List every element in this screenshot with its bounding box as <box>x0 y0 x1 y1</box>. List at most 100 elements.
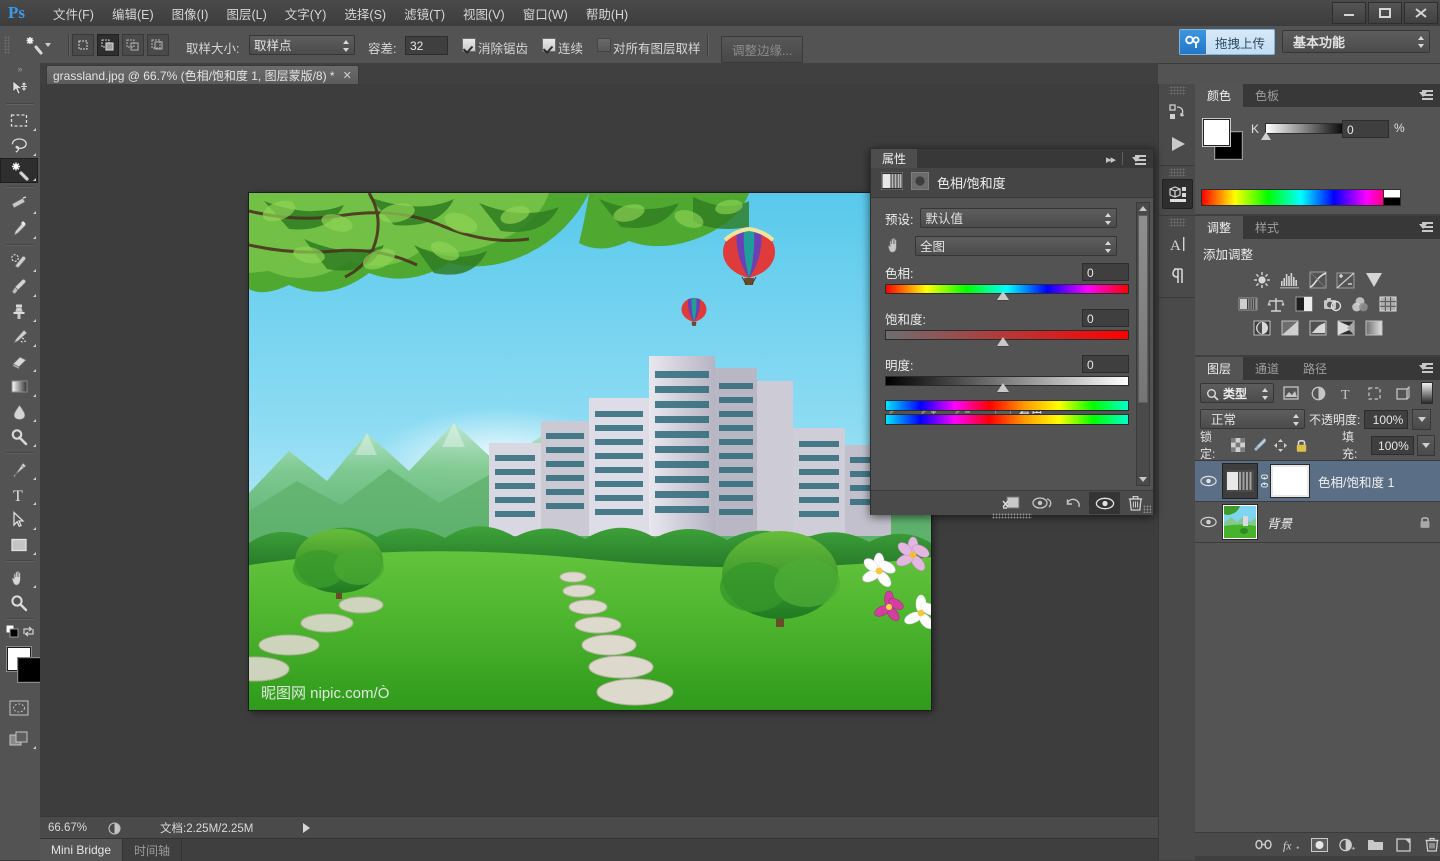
color-channel-input[interactable]: 0 <box>1342 120 1389 138</box>
color-balance-icon[interactable] <box>1265 294 1287 314</box>
preset-select[interactable]: 默认值 <box>920 208 1117 228</box>
screen-mode-button[interactable] <box>0 726 38 751</box>
fill-dropdown-icon[interactable] <box>1416 434 1436 456</box>
photo-filter-icon[interactable] <box>1321 294 1343 314</box>
background-color-swatch[interactable] <box>18 658 42 682</box>
close-document-icon[interactable]: ✕ <box>343 69 352 82</box>
tab-channels[interactable]: 通道 <box>1243 357 1291 380</box>
color-lookup-icon[interactable] <box>1377 294 1399 314</box>
posterize-icon[interactable] <box>1279 318 1301 338</box>
tool-pen[interactable] <box>0 457 38 482</box>
properties-panel[interactable]: 属性 ▸▸ 色相/饱和度 预设: 默认值 全图 色相: 0 饱和度: 0 明度:… <box>870 148 1154 519</box>
workspace-select[interactable]: 基本功能 <box>1282 30 1430 53</box>
tool-preset-picker[interactable] <box>22 32 68 58</box>
tab-timeline[interactable]: 时间轴 <box>123 839 183 861</box>
menu-filter[interactable]: 滤镜(T) <box>395 0 454 27</box>
tool-spot-healing-brush[interactable] <box>0 249 38 274</box>
adjustment-filter-icon[interactable] <box>1307 383 1330 403</box>
sample-size-select[interactable]: 取样点 <box>249 35 355 55</box>
layer-filter-type-select[interactable]: 类型 <box>1200 383 1274 403</box>
layers-panel-menu-icon[interactable] <box>1419 361 1435 375</box>
new-selection-button[interactable] <box>72 34 94 56</box>
tab-mini-bridge[interactable]: Mini Bridge <box>40 839 124 861</box>
rail-grip-1[interactable] <box>1169 86 1186 95</box>
layer-visibility-icon[interactable] <box>1195 475 1222 487</box>
invert-icon[interactable] <box>1251 318 1273 338</box>
black-white-icon[interactable] <box>1293 294 1315 314</box>
menu-window[interactable]: 窗口(W) <box>514 0 577 27</box>
add-to-selection-button[interactable] <box>97 34 119 56</box>
status-proof-icon[interactable] <box>104 822 124 835</box>
opacity-dropdown-icon[interactable] <box>1412 408 1432 430</box>
collapse-panel-icon[interactable]: ▸▸ <box>1106 153 1116 166</box>
link-layers-icon[interactable] <box>1255 836 1272 853</box>
menu-type[interactable]: 文字(Y) <box>276 0 336 27</box>
hue-slider[interactable] <box>871 284 1153 300</box>
tab-color[interactable]: 颜色 <box>1195 84 1244 107</box>
lightness-slider-thumb[interactable] <box>997 383 1009 392</box>
color-spectrum-white-black[interactable] <box>1383 189 1401 206</box>
tab-properties[interactable]: 属性 <box>871 149 918 168</box>
zoom-level-input[interactable]: 66.67% <box>40 822 104 834</box>
toggle-visibility-icon[interactable] <box>1089 492 1120 514</box>
reset-icon[interactable] <box>1058 492 1089 514</box>
menu-image[interactable]: 图像(I) <box>163 0 218 27</box>
opacity-input[interactable]: 100% <box>1364 409 1409 429</box>
hue-saturation-icon[interactable] <box>1237 294 1259 314</box>
rail-grip-3[interactable] <box>1169 218 1186 227</box>
pixel-filter-icon[interactable] <box>1279 383 1302 403</box>
properties-bottom-grip[interactable] <box>992 513 1032 519</box>
tool-clone-stamp[interactable] <box>0 299 38 324</box>
close-icon[interactable] <box>1404 2 1438 24</box>
adjustment-layer-thumbnail[interactable] <box>1222 463 1258 499</box>
curves-icon[interactable] <box>1307 270 1329 290</box>
tab-swatches[interactable]: 色板 <box>1243 84 1291 107</box>
tool-rectangle[interactable] <box>0 532 38 557</box>
layer-mask-thumbnail[interactable] <box>1271 465 1309 497</box>
lightness-slider[interactable] <box>871 376 1153 392</box>
tool-eraser[interactable] <box>0 349 38 374</box>
new-adjustment-layer-icon[interactable] <box>1339 836 1356 853</box>
tool-lasso[interactable] <box>0 133 38 158</box>
tool-crop[interactable] <box>0 191 38 216</box>
color-panel-foreground-swatch[interactable] <box>1203 119 1230 146</box>
exposure-icon[interactable] <box>1335 270 1357 290</box>
color-range-bar-bottom[interactable] <box>885 414 1129 425</box>
tool-dodge[interactable] <box>0 424 38 449</box>
properties-rail-icon[interactable] <box>1162 179 1193 209</box>
tool-move[interactable] <box>0 75 38 100</box>
minimize-icon[interactable] <box>1332 2 1366 24</box>
range-select[interactable]: 全图 <box>915 236 1117 256</box>
character-rail-icon[interactable]: A <box>1162 229 1193 259</box>
lock-position-icon[interactable] <box>1272 436 1290 454</box>
properties-scrollbar-thumb[interactable] <box>1138 215 1148 403</box>
new-group-icon[interactable] <box>1367 836 1384 853</box>
actions-rail-icon[interactable] <box>1162 129 1193 159</box>
menu-edit[interactable]: 编辑(E) <box>103 0 163 27</box>
shape-filter-icon[interactable] <box>1363 383 1386 403</box>
clip-to-layer-icon[interactable] <box>996 492 1027 514</box>
new-layer-icon[interactable] <box>1395 836 1412 853</box>
swap-colors-icon[interactable] <box>22 625 35 641</box>
view-previous-state-icon[interactable] <box>1027 492 1058 514</box>
lock-all-icon[interactable] <box>1293 436 1311 454</box>
selective-color-icon[interactable] <box>1363 318 1385 338</box>
table-row[interactable]: 色相/饱和度 1 <box>1195 461 1440 502</box>
document-image[interactable]: 昵图网 nipic.com/Ò <box>249 193 931 710</box>
saturation-slider-thumb[interactable] <box>997 337 1009 346</box>
tool-horizontal-type[interactable]: T <box>0 482 38 507</box>
layer-visibility-icon[interactable] <box>1195 516 1222 528</box>
status-menu-triangle-icon[interactable] <box>303 823 311 833</box>
tab-styles[interactable]: 样式 <box>1243 216 1291 239</box>
default-colors-icon[interactable] <box>5 624 19 641</box>
background-layer-thumbnail[interactable] <box>1222 504 1258 540</box>
tool-hand[interactable] <box>0 565 38 590</box>
color-channel-slider[interactable] <box>1265 123 1347 134</box>
blend-mode-select[interactable]: 正常 <box>1200 409 1305 429</box>
add-layer-mask-icon[interactable] <box>1311 836 1328 853</box>
quick-mask-toggle[interactable] <box>0 695 38 720</box>
lock-transparent-icon[interactable] <box>1229 436 1247 454</box>
tolerance-input[interactable]: 32 <box>405 36 448 55</box>
levels-icon[interactable] <box>1279 270 1301 290</box>
brightness-contrast-icon[interactable] <box>1251 270 1273 290</box>
